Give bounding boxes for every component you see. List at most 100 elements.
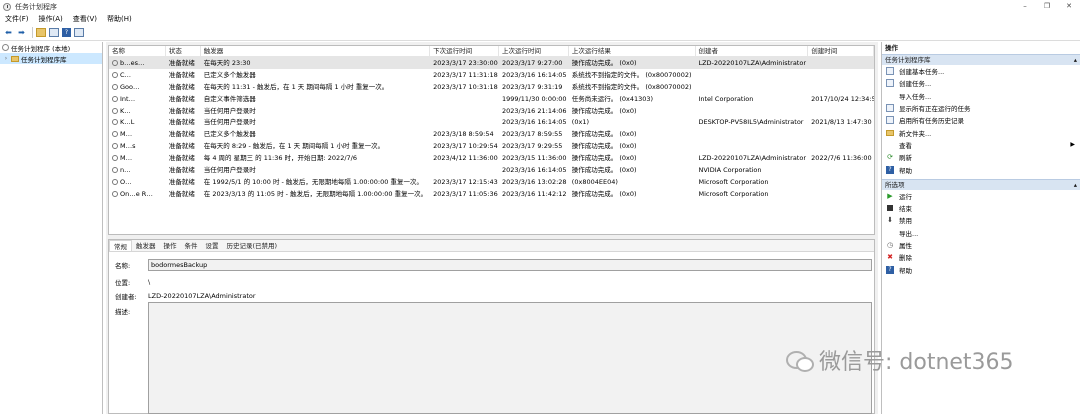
action-export[interactable]: 导出... [882, 227, 1080, 239]
cell-last: 2023/3/17 9:29:55 [501, 142, 563, 151]
column-header-next-run[interactable]: 下次运行时间 [430, 46, 499, 56]
minimize-button[interactable]: – [1014, 0, 1036, 13]
cell-status: 准备就绪 [168, 106, 195, 115]
cell-author: DESKTOP-PV58IL5\Administrator [698, 118, 804, 127]
table-row[interactable]: On…e R… 准备就绪在 2023/3/13 的 11:05 时 - 触发后，无… [109, 188, 874, 200]
tree-item-library[interactable]: › 任务计划程序库 [0, 53, 102, 64]
column-header-name[interactable]: 名称 [109, 46, 166, 56]
forward-arrow-icon[interactable]: ➡ [16, 27, 27, 38]
action-delete[interactable]: ✖ 删除 [882, 251, 1080, 263]
disable-arrow-icon: ⬇ [887, 216, 893, 225]
menu-action[interactable]: 操作(A) [34, 14, 68, 24]
action-disable[interactable]: ⬇ 禁用 [882, 214, 1080, 226]
cell-trigger: 已定义多个触发器 [203, 130, 256, 139]
navigation-tree: 任务计划程序 (本地) › 任务计划程序库 [0, 42, 103, 414]
cell-result: 操作成功完成。 (0x0) [571, 59, 637, 67]
help-icon: ? [886, 265, 894, 274]
chevron-right-icon: ▶ [1070, 141, 1075, 149]
table-row[interactable]: n… 准备就绪 当任何用户登录时 2023/3/16 16:14:05 操作成功完成。 … [109, 164, 874, 176]
action-end[interactable]: 结束 [882, 202, 1080, 214]
task-name: On…e R… [120, 189, 153, 198]
cell-created [808, 188, 874, 200]
section-label: 任务计划程序库 [885, 56, 931, 64]
cell-created [808, 81, 874, 93]
table-row[interactable]: M… 准备就绪每 4 周的 星期三 的 11:36 时，开始日期: 2022/7/… [109, 152, 874, 164]
tab-general[interactable]: 常规 [109, 240, 132, 251]
table-row[interactable]: Goo… 准备就绪 在每天的 11:31 - 触发后，在 1 天 期间每隔 1 小时… [109, 81, 874, 93]
cell-next [430, 164, 499, 176]
column-header-created[interactable]: 创建时间 [808, 46, 874, 56]
tab-triggers[interactable]: 触发器 [132, 240, 160, 251]
menu-file[interactable]: 文件(F) [0, 14, 34, 24]
column-header-last-run[interactable]: 上次运行时间 [499, 46, 569, 56]
menu-view[interactable]: 查看(V) [68, 14, 102, 24]
action-help[interactable]: ? 帮助 [882, 163, 1080, 175]
action-properties[interactable]: ◷ 属性 [882, 239, 1080, 251]
cell-status: 准备就绪 [168, 94, 195, 103]
table-row[interactable]: C… 准备就绪 已定义多个触发器 2023/3/17 11:31:18 2023/3/1… [109, 69, 874, 81]
cell-created [808, 128, 874, 140]
section-header-library[interactable]: 任务计划程序库 ▴ [882, 54, 1080, 65]
table-row[interactable]: Int… 准备就绪 自定义事件筛选器 1999/11/30 0:00:00 任务尚未运行… [109, 93, 874, 105]
cell-next: 2023/3/17 11:31:18 [433, 70, 498, 79]
collapse-arrow-icon[interactable]: ▴ [1074, 55, 1077, 65]
collapse-arrow-icon[interactable]: ▴ [1074, 180, 1077, 190]
folder-up-icon[interactable] [36, 28, 46, 37]
action-create-task[interactable]: 创建任务... [882, 77, 1080, 89]
folder-icon [886, 129, 894, 136]
task-name: b…es… [120, 58, 145, 67]
cell-status: 准备就绪 [168, 118, 195, 127]
action-label: 新文件夹... [899, 129, 932, 138]
tab-actions[interactable]: 操作 [160, 240, 181, 251]
column-header-last-result[interactable]: 上次运行结果 [569, 46, 696, 56]
action-refresh[interactable]: ⟳ 刷新 [882, 151, 1080, 163]
action-label: 帮助 [899, 266, 912, 275]
chevron-right-icon[interactable]: › [3, 55, 9, 62]
column-header-status[interactable]: 状态 [166, 46, 201, 56]
table-row[interactable]: M… 准备就绪 已定义多个触发器 2023/3/18 8:59:54 2023/3/17… [109, 128, 874, 140]
action-label: 帮助 [899, 166, 912, 175]
cell-last: 2023/3/16 13:02:28 [501, 177, 567, 186]
help-icon[interactable]: ? [62, 28, 71, 37]
column-header-author[interactable]: 创建者 [696, 46, 809, 56]
back-arrow-icon[interactable]: ⬅ [3, 27, 14, 38]
tab-history[interactable]: 历史记录(已禁用) [223, 240, 282, 251]
table-row[interactable]: M…s 准备就绪 在每天的 8:29 - 触发后，在 1 天 期间每隔 1 小时 重… [109, 140, 874, 152]
tree-item-local[interactable]: 任务计划程序 (本地) [0, 42, 102, 53]
maximize-button[interactable]: ❐ [1036, 0, 1058, 13]
column-header-trigger[interactable]: 触发器 [201, 46, 431, 56]
tab-conditions[interactable]: 条件 [181, 240, 202, 251]
name-field[interactable]: bodormesBackup [148, 259, 872, 271]
task-list-header: 名称 状态 触发器 下次运行时间 上次运行时间 上次运行结果 创建者 创建时间 [109, 46, 874, 57]
action-view[interactable]: 查看 ▶ [882, 139, 1080, 151]
action-create-basic-task[interactable]: 创建基本任务... [882, 65, 1080, 77]
task-clock-icon [112, 143, 118, 150]
cell-next: 2023/4/12 11:36:00 [433, 154, 498, 163]
description-field[interactable] [148, 302, 872, 414]
action-help-selected[interactable]: ? 帮助 [882, 263, 1080, 275]
cell-name: M… [109, 152, 166, 164]
table-row[interactable]: K…L 准备就绪 当任何用户登录时 2023/3/16 16:14:05 (0x1) DE… [109, 116, 874, 128]
close-button[interactable]: ✕ [1058, 0, 1080, 13]
tab-settings[interactable]: 设置 [202, 240, 223, 251]
refresh-icon: ⟳ [887, 153, 893, 162]
history-icon [886, 116, 894, 125]
show-hide-action-pane-icon[interactable] [74, 28, 84, 37]
show-hide-tree-icon[interactable] [49, 28, 59, 37]
cell-last: 2023/3/16 16:14:05 [501, 166, 567, 175]
task-clock-icon [112, 59, 118, 66]
table-row[interactable]: b…es… 准备就绪 在每天的 23:30 2023/3/17 23:30:00 202… [109, 57, 874, 69]
action-new-folder[interactable]: 新文件夹... [882, 126, 1080, 138]
table-row[interactable]: K… 准备就绪 当任何用户登录时 2023/3/16 21:14:06 操作成功完成。 … [109, 105, 874, 117]
cell-result: 操作成功完成。 (0x0) [571, 130, 637, 139]
action-run[interactable]: ▶ 运行 [882, 190, 1080, 202]
action-enable-history[interactable]: 启用所有任务历史记录 [882, 114, 1080, 126]
section-header-selected[interactable]: 所选项 ▴ [882, 178, 1080, 190]
tree-item-label: 任务计划程序库 [21, 55, 67, 64]
menu-help[interactable]: 帮助(H) [102, 14, 137, 24]
action-label: 创建任务... [899, 80, 932, 89]
action-show-running[interactable]: 显示所有正在运行的任务 [882, 102, 1080, 114]
cell-last: 2023/3/16 21:14:06 [501, 106, 567, 115]
table-row[interactable]: O… 准备就绪在 1992/5/1 的 10:00 时 - 触发后，无限期地每隔 … [109, 176, 874, 188]
action-import-task[interactable]: 导入任务... [882, 90, 1080, 102]
